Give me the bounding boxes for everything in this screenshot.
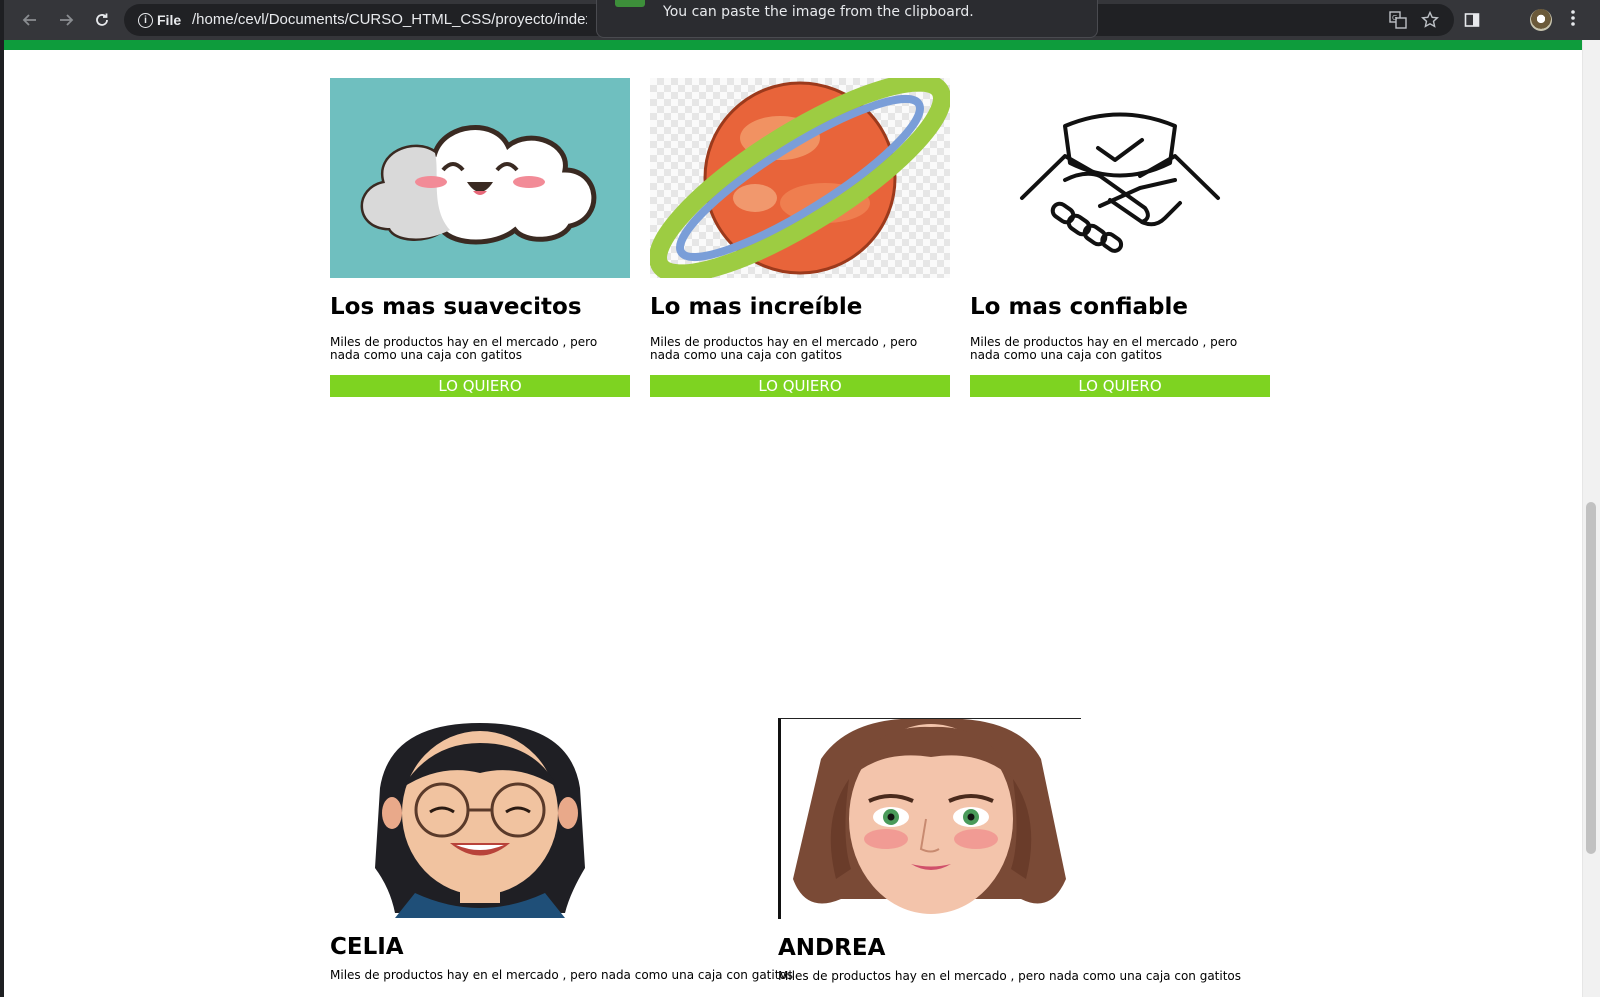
bookmark-button[interactable]	[1418, 8, 1442, 32]
product-card: Lo mas confiable Miles de productos hay …	[970, 78, 1270, 397]
info-icon: i	[138, 12, 153, 28]
reload-button[interactable]	[88, 6, 116, 34]
ringed-planet-image	[650, 78, 950, 278]
side-panel-icon	[1464, 13, 1480, 27]
product-description: Miles de productos hay en el mercado , p…	[330, 335, 598, 362]
svg-text:G: G	[1392, 14, 1397, 22]
menu-button[interactable]	[1570, 8, 1576, 33]
translate-icon: G	[1389, 11, 1407, 29]
lo-quiero-button[interactable]: LO QUIERO	[970, 375, 1270, 397]
site-info-label: File	[157, 12, 182, 28]
handshake-shield-image	[970, 78, 1270, 278]
desktop-edge	[0, 0, 4, 997]
forward-button[interactable]	[52, 6, 80, 34]
woman-glasses-avatar	[330, 718, 630, 918]
happy-cloud-image	[330, 78, 630, 278]
site-info-chip[interactable]: i File	[132, 8, 189, 32]
product-card: Lo mas increíble Miles de productos hay …	[650, 78, 950, 397]
product-title: Los mas suavecitos	[330, 294, 582, 320]
woman-brown-hair-avatar	[778, 718, 1081, 919]
member-name: CELIA	[330, 934, 404, 960]
member-name: ANDREA	[778, 935, 886, 961]
url-text[interactable]: /home/cevl/Documents/CURSO_HTML_CSS/proy…	[192, 11, 587, 28]
product-description: Miles de productos hay en el mercado , p…	[650, 335, 918, 362]
lo-quiero-button[interactable]: LO QUIERO	[650, 375, 950, 397]
translate-button[interactable]: G	[1386, 8, 1410, 32]
lo-quiero-button[interactable]: LO QUIERO	[330, 375, 630, 397]
arrow-left-icon	[22, 14, 36, 26]
paste-notification: You can paste the image from the clipboa…	[596, 0, 1098, 38]
member-description: Miles de productos hay en el mercado , p…	[330, 968, 794, 982]
reload-icon	[96, 13, 108, 26]
arrow-right-icon	[60, 14, 74, 26]
kebab-menu-icon	[1571, 10, 1575, 26]
team-member-card: CELIA Miles de productos hay en el merca…	[330, 718, 793, 982]
product-card: Los mas suavecitos Miles de productos ha…	[330, 78, 630, 397]
paste-notification-text: You can paste the image from the clipboa…	[663, 4, 974, 20]
profile-avatar[interactable]	[1530, 9, 1552, 31]
header-accent-bar	[4, 40, 1582, 50]
team-member-card: ANDREA Miles de productos hay en el merc…	[778, 718, 1241, 983]
product-title: Lo mas confiable	[970, 294, 1188, 320]
scrollbar-thumb[interactable]	[1586, 502, 1596, 854]
star-icon	[1421, 11, 1439, 28]
back-button[interactable]	[16, 6, 44, 34]
member-description: Miles de productos hay en el mercado , p…	[778, 969, 1242, 983]
side-panel-button[interactable]	[1458, 6, 1486, 34]
product-title: Lo mas increíble	[650, 294, 863, 320]
product-description: Miles de productos hay en el mercado , p…	[970, 335, 1238, 362]
clipboard-thumbnail	[615, 0, 645, 7]
